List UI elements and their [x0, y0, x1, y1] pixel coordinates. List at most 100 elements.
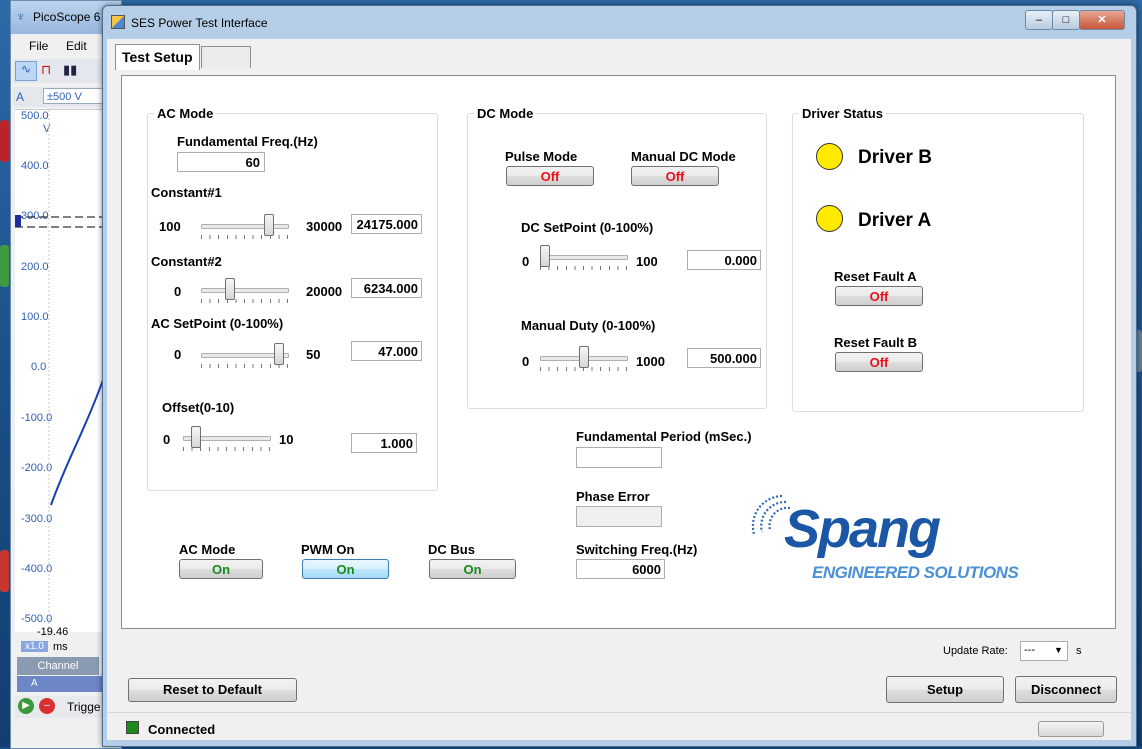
constant1-input[interactable]: 24175.000: [351, 214, 422, 234]
ac-mode-group: AC Mode Fundamental Freq.(Hz) 60 Constan…: [147, 106, 438, 491]
manual-duty-slider[interactable]: [540, 345, 628, 373]
switching-freq-input[interactable]: 6000: [576, 559, 665, 579]
pwm-toggle-button[interactable]: On: [302, 559, 389, 579]
window-titlebar[interactable]: SES Power Test Interface – □ ✕: [103, 6, 1136, 36]
dc-mode-group: DC Mode Pulse Mode Off Manual DC Mode Of…: [467, 106, 767, 409]
driver-status-group-title: Driver Status: [799, 106, 886, 121]
stop-icon[interactable]: –: [39, 698, 55, 714]
offset-max: 10: [279, 432, 294, 447]
tab-second[interactable]: [201, 46, 251, 68]
update-rate-select[interactable]: --- ▼: [1020, 641, 1068, 661]
range-select[interactable]: ±500 V: [43, 88, 105, 104]
phase-error-label: Phase Error: [576, 489, 650, 504]
menu-edit[interactable]: Edit: [66, 39, 87, 53]
reset-fault-b-button[interactable]: Off: [835, 352, 923, 372]
ses-power-test-window[interactable]: SES Power Test Interface – □ ✕ Test Setu…: [102, 5, 1137, 747]
slider-thumb[interactable]: [263, 214, 274, 236]
update-rate-value: ---: [1024, 644, 1035, 656]
offset-slider[interactable]: [183, 425, 271, 453]
fundamental-freq-label: Fundamental Freq.(Hz): [177, 134, 318, 149]
constant2-input[interactable]: 6234.000: [351, 278, 422, 298]
ac-setpoint-max: 50: [306, 347, 321, 362]
status-bar: Connected: [107, 712, 1131, 741]
update-rate-unit: s: [1076, 645, 1082, 657]
manual-duty-label: Manual Duty (0-100%): [521, 318, 656, 333]
picoscope-app-icon: ♆: [16, 9, 26, 24]
slider-thumb[interactable]: [274, 343, 285, 365]
slider-track: [201, 224, 289, 229]
manual-duty-min: 0: [522, 354, 530, 369]
update-rate-label: Update Rate:: [943, 645, 1008, 657]
scale-badge[interactable]: x1.0: [21, 641, 48, 652]
slider-thumb[interactable]: [579, 346, 589, 368]
reset-fault-a-label: Reset Fault A: [834, 269, 917, 284]
persistence-mode-icon[interactable]: ⊓: [41, 62, 51, 78]
slider-ticks: [540, 266, 628, 270]
waveform-trace: [15, 110, 110, 632]
disconnect-button[interactable]: Disconnect: [1015, 676, 1117, 703]
constant2-label: Constant#2: [151, 254, 222, 269]
pulse-mode-label: Pulse Mode: [505, 149, 578, 164]
reset-fault-b-label: Reset Fault B: [834, 335, 918, 350]
slider-thumb[interactable]: [225, 278, 236, 300]
dc-setpoint-min: 0: [522, 254, 530, 269]
desktop-icon[interactable]: [0, 550, 9, 592]
phase-error-field: [576, 506, 662, 527]
dc-setpoint-input[interactable]: 0.000: [687, 250, 761, 270]
status-progress-bar: [1038, 721, 1104, 737]
oscilloscope-plot[interactable]: 500.0 V 400.0 300.0 200.0 100.0 0.0 -100…: [15, 109, 110, 632]
slider-thumb[interactable]: [190, 426, 201, 448]
constant1-label: Constant#1: [151, 185, 222, 200]
spang-logo: Spang ENGINEERED SOLUTIONS: [742, 486, 1032, 591]
fundamental-freq-input[interactable]: 60: [177, 152, 265, 172]
constant1-max: 30000: [306, 219, 343, 234]
ac-setpoint-input[interactable]: 47.000: [351, 341, 422, 361]
dc-setpoint-label: DC SetPoint (0-100%): [521, 220, 654, 235]
scope-mode-icon[interactable]: ∿: [15, 61, 37, 81]
driver-a-indicator: [816, 205, 843, 232]
slider-track: [201, 288, 289, 293]
reset-fault-a-button[interactable]: Off: [835, 286, 923, 306]
manual-duty-input[interactable]: 500.000: [687, 348, 761, 368]
spectrum-mode-icon[interactable]: ▮▮: [63, 62, 77, 78]
reset-to-default-button[interactable]: Reset to Default: [128, 678, 297, 702]
tab-test-setup[interactable]: Test Setup: [115, 44, 200, 70]
desktop-icon[interactable]: [0, 120, 9, 162]
desktop-icon[interactable]: [0, 245, 9, 287]
menu-file[interactable]: File: [29, 39, 48, 53]
maximize-button[interactable]: □: [1052, 10, 1080, 30]
dc-bus-toggle-button[interactable]: On: [429, 559, 516, 579]
ac-mode-group-title: AC Mode: [154, 106, 217, 121]
app-icon: [111, 15, 125, 29]
offset-input[interactable]: 1.000: [351, 433, 417, 453]
manual-dc-label: Manual DC Mode: [631, 149, 736, 164]
spang-logo-tagline: ENGINEERED SOLUTIONS: [812, 563, 1019, 582]
setup-button[interactable]: Setup: [886, 676, 1004, 703]
slider-ticks: [201, 299, 289, 303]
window-client-area: Test Setup AC Mode Fundamental Freq.(Hz)…: [107, 39, 1131, 740]
constant2-slider[interactable]: [201, 277, 289, 305]
channel-a-range-icon[interactable]: A: [16, 90, 24, 104]
chevron-down-icon: ▼: [1054, 645, 1063, 655]
time-cursor-value: -19.46: [37, 626, 69, 638]
dc-setpoint-max: 100: [636, 254, 658, 269]
dc-mode-group-title: DC Mode: [474, 106, 537, 121]
fundamental-period-field: [576, 447, 662, 468]
manual-dc-button[interactable]: Off: [631, 166, 719, 186]
ac-setpoint-slider[interactable]: [201, 342, 289, 370]
constant1-slider[interactable]: [201, 213, 289, 241]
switching-freq-label: Switching Freq.(Hz): [576, 542, 698, 557]
start-icon[interactable]: ▶: [18, 698, 34, 714]
ac-mode-toggle-button[interactable]: On: [179, 559, 263, 579]
driver-a-label: Driver A: [858, 210, 932, 231]
dc-setpoint-slider[interactable]: [540, 244, 628, 272]
time-unit: ms: [53, 641, 68, 653]
close-button[interactable]: ✕: [1079, 10, 1125, 30]
pwm-toggle-label: PWM On: [301, 542, 355, 557]
pulse-mode-button[interactable]: Off: [506, 166, 594, 186]
trigger-label: Trigge: [67, 700, 101, 714]
slider-ticks: [201, 235, 289, 239]
minimize-button[interactable]: –: [1025, 10, 1053, 30]
slider-thumb[interactable]: [540, 245, 550, 267]
offset-label: Offset(0-10): [162, 400, 235, 415]
